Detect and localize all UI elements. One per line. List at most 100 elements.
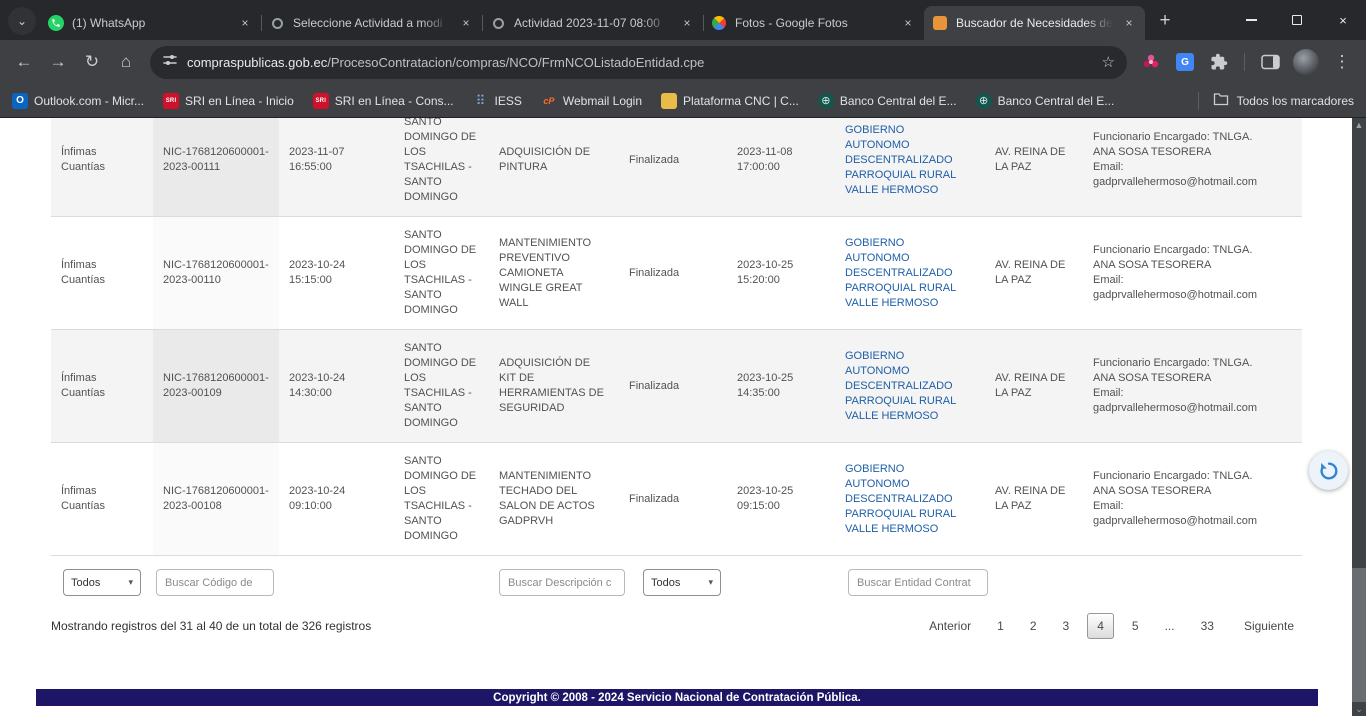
tab-buscador-necesidades-active[interactable]: Buscador de Necesidades de × [924, 6, 1145, 40]
tab-title: Seleccione Actividad a modi [293, 16, 450, 30]
bookmark-cnc[interactable]: Plataforma CNC | C... [661, 93, 799, 109]
column-filters-row: Todos ▾ Todos ▾ [51, 569, 1302, 597]
tab-search-button[interactable]: ⌄ [8, 7, 36, 35]
status: Finalizada [629, 492, 679, 507]
entity-link[interactable]: GOBIERNO AUTONOMO DESCENTRALIZADO PARROQ… [845, 123, 959, 198]
url-path: /ProcesoContratacion/compras/NCO/FrmNCOL… [327, 55, 704, 70]
reload-button[interactable]: ↻ [76, 46, 108, 78]
floating-accessibility-widget[interactable] [1309, 451, 1348, 490]
records-info: Mostrando registros del 31 al 40 de un t… [51, 619, 371, 633]
code-search-input[interactable] [156, 569, 274, 596]
procurement-table: Ínfimas Cuantías NIC-1768120600001-2023-… [51, 118, 1302, 556]
bookmark-banco-central-2[interactable]: ⊕ Banco Central del E... [976, 93, 1115, 109]
page-4-button-current[interactable]: 4 [1087, 613, 1114, 639]
cnc-icon [661, 93, 677, 109]
table-row: Ínfimas Cuantías NIC-1768120600001-2023-… [51, 330, 1302, 443]
status: Finalizada [629, 266, 679, 281]
home-button[interactable]: ⌂ [110, 46, 142, 78]
tab-close-icon[interactable]: × [237, 15, 253, 31]
location: SANTO DOMINGO DE LOS TSACHILAS - SANTO D… [404, 228, 479, 318]
page-5-button[interactable]: 5 [1124, 614, 1147, 638]
entity-link[interactable]: GOBIERNO AUTONOMO DESCENTRALIZADO PARROQ… [845, 236, 959, 311]
record-type: Ínfimas Cuantías [61, 145, 143, 175]
record-code: NIC-1768120600001-2023-00109 [163, 371, 269, 401]
tab-google-fotos[interactable]: Fotos - Google Fotos × [703, 6, 924, 40]
scroll-up-arrow[interactable]: ▲ [1352, 118, 1366, 132]
profile-avatar[interactable] [1293, 49, 1319, 75]
publish-date: 2023-10-24 09:10:00 [289, 484, 384, 514]
bookmark-sri-inicio[interactable]: SRI SRI en Línea - Inicio [163, 93, 294, 109]
description: ADQUISICIÓN DE PINTURA [499, 145, 609, 175]
bookmark-label: Plataforma CNC | C... [683, 94, 799, 108]
page-2-button[interactable]: 2 [1022, 614, 1045, 638]
bookmark-webmail[interactable]: cP Webmail Login [541, 93, 642, 109]
tab-close-icon[interactable]: × [679, 15, 695, 31]
record-code: NIC-1768120600001-2023-00111 [163, 145, 269, 175]
back-button[interactable]: ← [8, 46, 40, 78]
end-date: 2023-10-25 14:35:00 [737, 371, 825, 401]
browser-window: ⌄ (1) WhatsApp × Seleccione Actividad a … [0, 0, 1366, 716]
tab-seleccione-actividad[interactable]: Seleccione Actividad a modi × [261, 6, 482, 40]
tab-close-icon[interactable]: × [900, 15, 916, 31]
entity-link[interactable]: GOBIERNO AUTONOMO DESCENTRALIZADO PARROQ… [845, 462, 959, 537]
status-filter-select[interactable]: Todos ▾ [643, 569, 721, 596]
folder-icon [1213, 92, 1229, 109]
outlook-icon: O [12, 93, 28, 109]
bookmark-label: Webmail Login [563, 94, 642, 108]
all-bookmarks[interactable]: Todos los marcadores [1198, 92, 1354, 110]
type-filter-select[interactable]: Todos ▾ [63, 569, 141, 596]
maximize-button[interactable] [1274, 0, 1320, 40]
side-panel-icon[interactable] [1254, 46, 1286, 78]
contact-email: Email: gadprvallehermoso@hotmail.com [1093, 499, 1275, 529]
page-1-button[interactable]: 1 [989, 614, 1012, 638]
page-3-button[interactable]: 3 [1055, 614, 1078, 638]
extension-pink-icon[interactable] [1135, 46, 1167, 78]
bookmark-outlook[interactable]: O Outlook.com - Micr... [12, 93, 144, 109]
translate-extension-icon[interactable]: G [1169, 46, 1201, 78]
site-info-icon[interactable] [162, 52, 178, 73]
close-window-button[interactable]: × [1320, 0, 1366, 40]
contact-info: Funcionario Encargado: TNLGA. ANA SOSA T… [1093, 356, 1275, 416]
sri-icon: SRI [163, 93, 179, 109]
browser-menu-kebab-icon[interactable]: ⋮ [1326, 46, 1358, 78]
next-page-button[interactable]: Siguiente [1236, 614, 1302, 638]
location: SANTO DOMINGO DE LOS TSACHILAS - SANTO D… [404, 341, 479, 431]
google-photos-favicon [711, 15, 727, 31]
description: MANTENIMIENTO TECHADO DEL SALON DE ACTOS… [499, 469, 609, 529]
contact-email: Email: gadprvallehermoso@hotmail.com [1093, 386, 1275, 416]
extensions-puzzle-icon[interactable] [1203, 46, 1235, 78]
scrollbar-thumb[interactable] [1352, 568, 1366, 702]
maximize-icon [1292, 15, 1302, 25]
record-code: NIC-1768120600001-2023-00110 [163, 258, 269, 288]
tab-close-icon[interactable]: × [458, 15, 474, 31]
new-tab-button[interactable]: + [1151, 7, 1179, 35]
record-type: Ínfimas Cuantías [61, 484, 143, 514]
bookmark-star-icon[interactable]: ☆ [1102, 53, 1115, 71]
tab-title: Buscador de Necesidades de [956, 16, 1113, 30]
minimize-icon [1246, 19, 1257, 21]
address: AV. REINA DE LA PAZ [995, 484, 1073, 514]
tab-whatsapp[interactable]: (1) WhatsApp × [40, 6, 261, 40]
tab-title: Fotos - Google Fotos [735, 16, 892, 30]
chevron-down-icon: ▾ [708, 577, 713, 588]
tab-close-icon[interactable]: × [1121, 15, 1137, 31]
generic-favicon [269, 15, 285, 31]
previous-page-button[interactable]: Anterior [921, 614, 979, 638]
page-content: Ínfimas Cuantías NIC-1768120600001-2023-… [0, 118, 1366, 716]
forward-button[interactable]: → [42, 46, 74, 78]
vertical-scrollbar[interactable]: ▲ ⌄ [1352, 118, 1366, 716]
description-search-input[interactable] [499, 569, 625, 596]
bookmark-iess[interactable]: ⠿ IESS [473, 93, 522, 109]
entity-link[interactable]: GOBIERNO AUTONOMO DESCENTRALIZADO PARROQ… [845, 349, 959, 424]
cpanel-icon: cP [541, 93, 557, 109]
address-bar[interactable]: compraspublicas.gob.ec/ProcesoContrataci… [150, 46, 1127, 79]
bookmark-banco-central-1[interactable]: ⊕ Banco Central del E... [818, 93, 957, 109]
entity-search-input[interactable] [848, 569, 988, 596]
minimize-button[interactable] [1228, 0, 1274, 40]
bookmark-sri-consultas[interactable]: SRI SRI en Línea - Cons... [313, 93, 454, 109]
copyright-footer: Copyright © 2008 - 2024 Servicio Naciona… [36, 689, 1318, 706]
page-33-button[interactable]: 33 [1193, 614, 1222, 638]
tab-actividad[interactable]: Actividad 2023-11-07 08:00 × [482, 6, 703, 40]
bookmark-label: IESS [495, 94, 522, 108]
scroll-down-arrow[interactable]: ⌄ [1352, 702, 1366, 716]
